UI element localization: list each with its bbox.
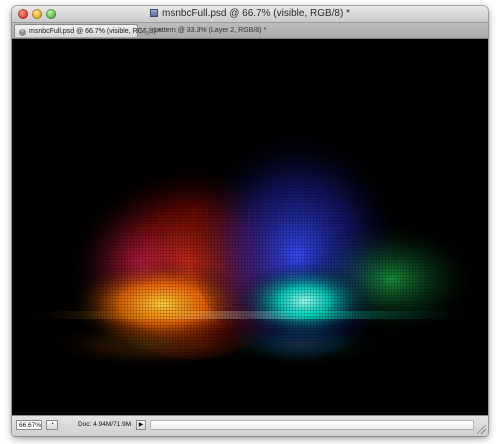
- tab-close-icon[interactable]: ×: [144, 28, 151, 35]
- resize-grip-icon[interactable]: [477, 425, 486, 434]
- document-size-info: Doc: 4.94M/71.9M: [78, 421, 132, 428]
- title-bar[interactable]: msnbcFull.psd @ 66.7% (visible, RGB/8) *: [12, 6, 488, 23]
- status-menu-arrow-icon[interactable]: ▶: [136, 420, 146, 430]
- document-tab-bar: × msnbcFull.psd @ 66.7% (visible, RGB/8) …: [12, 23, 488, 39]
- status-bar: 66.67% ◔ Doc: 4.94M/71.9M ▶: [12, 415, 488, 436]
- status-info-button[interactable]: ◔: [46, 420, 58, 430]
- window-title-text: msnbcFull.psd @ 66.7% (visible, RGB/8) *: [162, 8, 350, 19]
- spectrum-artwork: [12, 39, 488, 416]
- document-icon: [150, 9, 158, 17]
- window-title: msnbcFull.psd @ 66.7% (visible, RGB/8) *: [12, 7, 488, 21]
- image-canvas[interactable]: [12, 39, 488, 416]
- photoshop-document-window: msnbcFull.psd @ 66.7% (visible, RGB/8) *…: [12, 6, 488, 436]
- tab-label: pattern @ 33.3% (Layer 2, RGB/8) *: [154, 27, 267, 34]
- tab-pattern[interactable]: × pattern @ 33.3% (Layer 2, RGB/8) *: [140, 24, 266, 37]
- mesh-texture: [12, 39, 488, 416]
- tab-msnbcfull[interactable]: × msnbcFull.psd @ 66.7% (visible, RGB/8) …: [14, 24, 161, 37]
- zoom-level-field[interactable]: 66.67%: [16, 420, 42, 430]
- horizontal-scrollbar[interactable]: [150, 420, 474, 430]
- tab-close-icon[interactable]: ×: [19, 29, 26, 36]
